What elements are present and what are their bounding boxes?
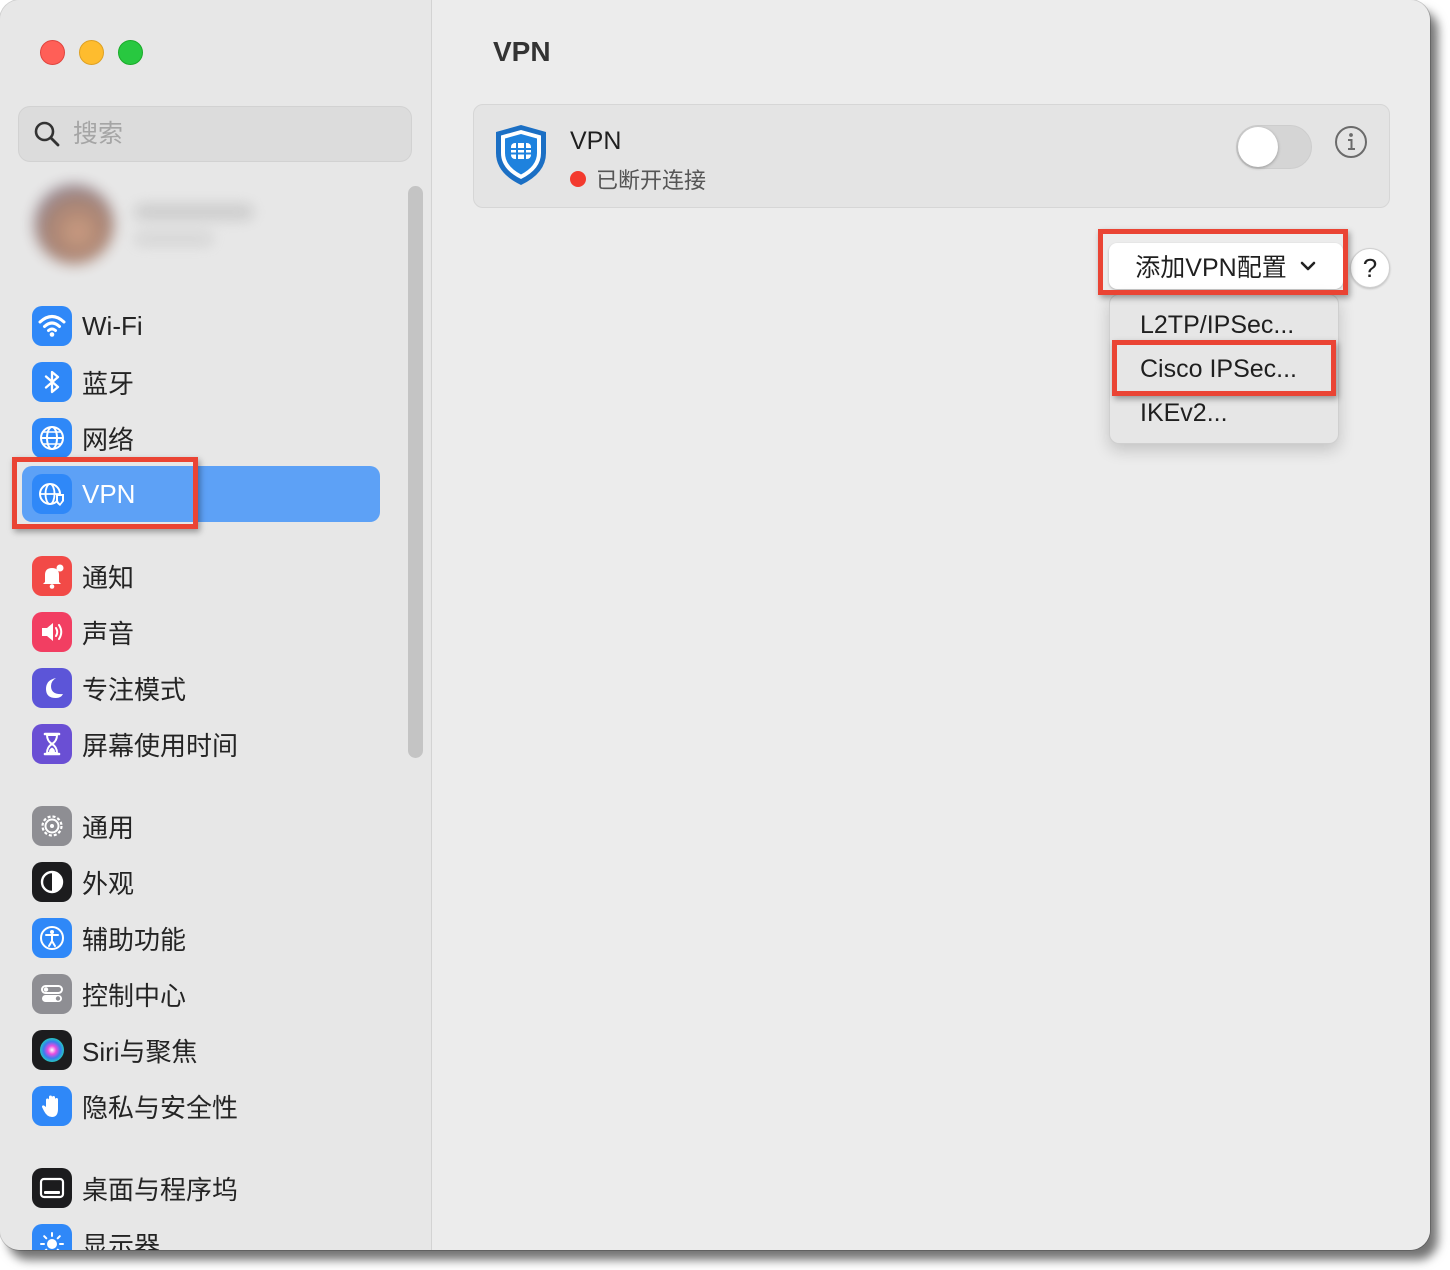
sidebar-item-sound[interactable]: 声音 (22, 604, 380, 660)
appearance-icon (32, 862, 72, 902)
account-subtitle-blurred (134, 232, 214, 246)
sidebar-item-label: 通知 (82, 562, 135, 593)
sidebar-item-displays[interactable]: 显示器 (22, 1216, 380, 1250)
sidebar-item-label: 外观 (82, 868, 135, 899)
sidebar-scrollbar[interactable] (408, 186, 423, 758)
account-card[interactable] (22, 172, 270, 272)
sidebar-item-control-center[interactable]: 控制中心 (22, 966, 380, 1022)
window-controls (40, 40, 143, 65)
vpn-name: VPN (570, 127, 622, 155)
avatar (34, 184, 114, 264)
vpn-connection-card: VPN 已断开连接 (473, 104, 1390, 208)
sidebar-item-network[interactable]: 网络 (22, 410, 380, 466)
sidebar-item-label: 声音 (82, 618, 135, 649)
search-field[interactable] (18, 106, 412, 162)
sidebar-item-privacy[interactable]: 隐私与安全性 (22, 1078, 380, 1134)
moon-icon (32, 668, 72, 708)
sidebar-item-focus[interactable]: 专注模式 (22, 660, 380, 716)
sidebar-item-label: 显示器 (82, 1230, 161, 1251)
dock-icon (32, 1168, 72, 1208)
sidebar-item-label: 通用 (82, 812, 135, 843)
sidebar-item-label: 屏幕使用时间 (82, 730, 239, 761)
account-name-blurred (134, 204, 254, 220)
chevron-down-icon (1300, 261, 1316, 271)
vpn-shield-icon (496, 125, 546, 185)
wifi-icon (32, 306, 72, 346)
sidebar-item-label: 蓝牙 (82, 368, 135, 399)
menu-item-l2tp[interactable]: L2TP/IPSec... (1140, 311, 1294, 340)
page-title: VPN (493, 36, 551, 67)
sidebar-item-label: Wi-Fi (82, 310, 143, 341)
bluetooth-icon (32, 362, 72, 402)
sidebar: Wi-Fi 蓝牙 网络 VPN 通知 (0, 0, 432, 1250)
bell-icon (32, 556, 72, 596)
globe-icon (32, 418, 72, 458)
siri-icon (32, 1030, 72, 1070)
help-button[interactable]: ? (1350, 248, 1390, 288)
vpn-status-text: 已断开连接 (596, 168, 707, 193)
sidebar-item-label: 辅助功能 (82, 924, 187, 955)
search-icon (34, 121, 60, 147)
main-panel: VPN VPN 已断开连接 添加VPN配置 ? L2TP/IPSec... Ci… (433, 0, 1430, 1250)
search-input[interactable] (73, 119, 373, 149)
vpn-globe-icon (32, 474, 72, 514)
minimize-window-button[interactable] (79, 40, 104, 65)
sidebar-item-screen-time[interactable]: 屏幕使用时间 (22, 716, 380, 772)
sidebar-item-label: 隐私与安全性 (82, 1092, 239, 1123)
sidebar-item-label: 网络 (82, 424, 135, 455)
sidebar-item-label: VPN (82, 478, 136, 509)
hourglass-icon (32, 724, 72, 764)
sidebar-item-notifications[interactable]: 通知 (22, 548, 380, 604)
hand-icon (32, 1086, 72, 1126)
sun-icon (32, 1224, 72, 1250)
sidebar-item-accessibility[interactable]: 辅助功能 (22, 910, 380, 966)
sidebar-item-label: 桌面与程序坞 (82, 1174, 239, 1205)
status-dot (570, 171, 586, 187)
vpn-toggle[interactable] (1236, 125, 1312, 169)
accessibility-icon (32, 918, 72, 958)
sidebar-item-vpn[interactable]: VPN (22, 466, 380, 522)
menu-item-ikev2[interactable]: IKEv2... (1140, 399, 1228, 428)
sidebar-item-general[interactable]: 通用 (22, 798, 380, 854)
gear-icon (32, 806, 72, 846)
sidebar-item-bluetooth[interactable]: 蓝牙 (22, 354, 380, 410)
sidebar-item-appearance[interactable]: 外观 (22, 854, 380, 910)
sidebar-item-wifi[interactable]: Wi-Fi (22, 298, 380, 354)
add-vpn-config-button[interactable]: 添加VPN配置 (1109, 243, 1343, 289)
vpn-status-row: 已断开连接 (570, 163, 706, 195)
control-center-icon (32, 974, 72, 1014)
speaker-icon (32, 612, 72, 652)
toggle-knob (1238, 127, 1278, 167)
sidebar-item-label: Siri与聚焦 (82, 1036, 198, 1067)
add-vpn-config-label: 添加VPN配置 (1135, 254, 1287, 282)
info-icon (1335, 126, 1367, 158)
menu-item-cisco-ipsec[interactable]: Cisco IPSec... (1140, 355, 1297, 384)
sidebar-item-siri[interactable]: Siri与聚焦 (22, 1022, 380, 1078)
zoom-window-button[interactable] (118, 40, 143, 65)
vpn-type-menu: L2TP/IPSec... Cisco IPSec... IKEv2... (1109, 294, 1339, 444)
sidebar-item-label: 专注模式 (82, 674, 187, 705)
sidebar-item-desktop-dock[interactable]: 桌面与程序坞 (22, 1160, 380, 1216)
sidebar-item-label: 控制中心 (82, 980, 187, 1011)
close-window-button[interactable] (40, 40, 65, 65)
settings-window: Wi-Fi 蓝牙 网络 VPN 通知 (0, 0, 1430, 1250)
info-button[interactable] (1334, 125, 1368, 159)
